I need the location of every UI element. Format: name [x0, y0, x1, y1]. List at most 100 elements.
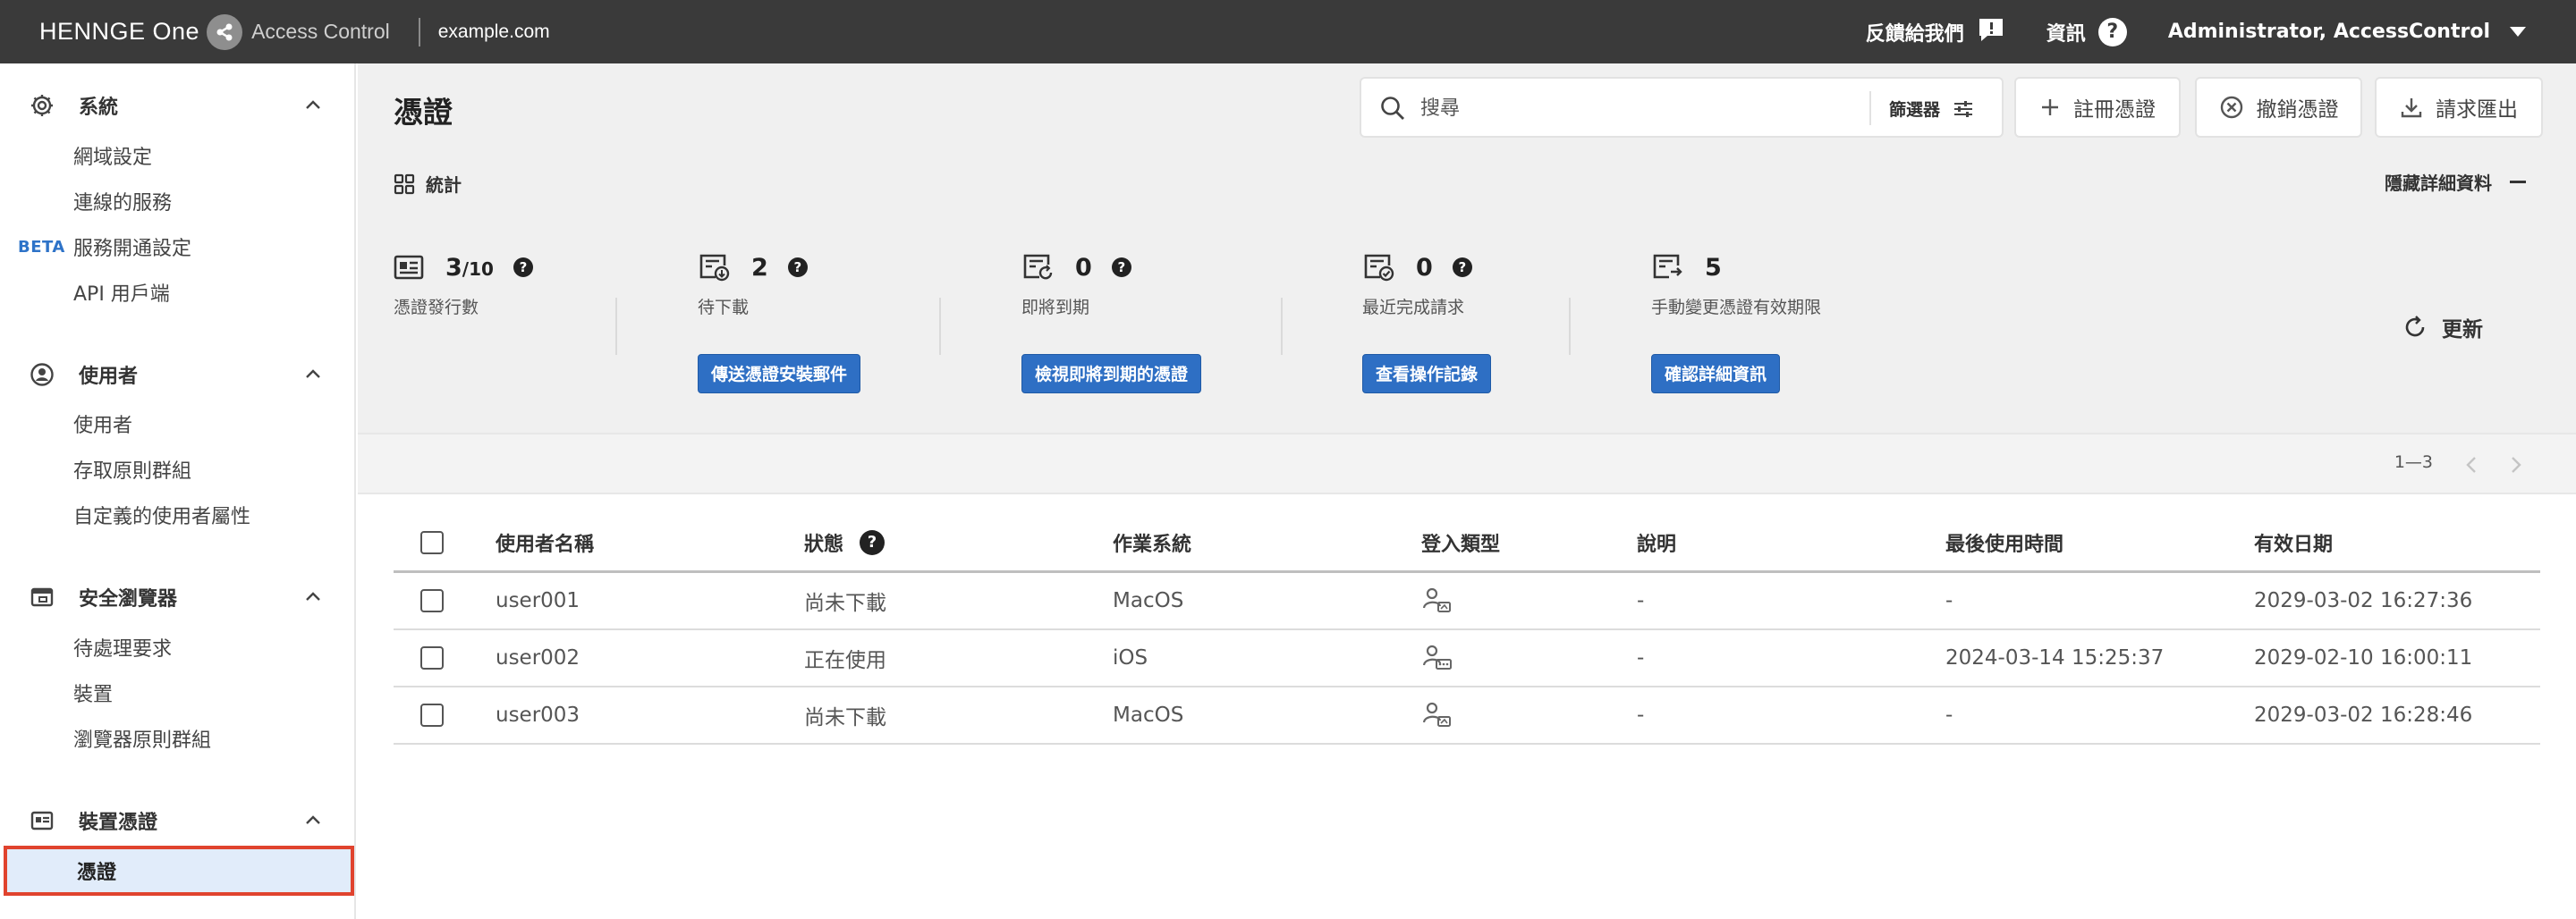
- grid-icon: [394, 173, 415, 194]
- help-icon[interactable]: ?: [513, 257, 533, 277]
- brand[interactable]: HENNGE One Access Control: [39, 13, 390, 50]
- table-row[interactable]: user001 尚未下載 MacOS - - 2029-03-02 16:27:…: [394, 573, 2540, 630]
- sidebar-item-label: 自定義的使用者屬性: [73, 506, 251, 528]
- row-checkbox[interactable]: [420, 704, 444, 727]
- sidebar-item-browser-policy-groups[interactable]: 瀏覽器原則群組: [0, 718, 356, 759]
- stat-divider: [1281, 298, 1283, 355]
- gear-icon: [29, 92, 55, 119]
- column-header-username[interactable]: 使用者名稱: [496, 514, 594, 570]
- cell-login-type: [1421, 630, 1453, 686]
- user-certificate-icon: [1422, 702, 1451, 727]
- stat-recent-completed: 0 ? 最近完成請求 查看操作記錄: [1362, 249, 1492, 393]
- stat-value: 2: [751, 253, 768, 282]
- button-label: 請求匯出: [2436, 98, 2518, 122]
- sidebar-item-pending-requests[interactable]: 待處理要求: [0, 627, 356, 668]
- stat-divider: [615, 298, 617, 355]
- cell-login-type: [1421, 687, 1453, 743]
- sidebar-item-connected-services[interactable]: 連線的服務: [0, 181, 356, 222]
- view-expiring-button[interactable]: 檢視即將到期的憑證: [1021, 354, 1202, 393]
- cell-username: user001: [496, 589, 580, 612]
- cell-status: 尚未下載: [804, 706, 886, 729]
- sidebar-item-label: 瀏覽器原則群組: [73, 729, 212, 752]
- pagination-bar: 1—3: [358, 433, 2576, 494]
- table-row[interactable]: user003 尚未下載 MacOS - - 2029-03-02 16:28:…: [394, 687, 2540, 745]
- sidebar-item-domain-settings[interactable]: 網域設定: [0, 135, 356, 176]
- stat-divider: [939, 298, 941, 355]
- select-all-checkbox[interactable]: [420, 530, 444, 554]
- column-header-expiry[interactable]: 有效日期: [2254, 514, 2333, 570]
- minus-icon: [2510, 181, 2526, 183]
- sidebar-section-system[interactable]: 系統: [0, 88, 356, 123]
- sidebar-item-label: 連線的服務: [73, 192, 173, 215]
- view-operation-log-button[interactable]: 查看操作記錄: [1362, 354, 1492, 393]
- cell-expiry: 2029-03-02 16:27:36: [2254, 589, 2473, 612]
- sidebar-item-custom-attributes[interactable]: 自定義的使用者屬性: [0, 494, 356, 535]
- stat-label: 憑證發行數: [394, 298, 479, 317]
- sidebar-item-users[interactable]: 使用者: [0, 403, 356, 444]
- stat-label: 最近完成請求: [1362, 298, 1465, 317]
- send-install-mail-button[interactable]: 傳送憑證安裝郵件: [698, 354, 861, 393]
- chevron-right-icon[interactable]: [2504, 454, 2526, 476]
- stats-label: 統計: [426, 174, 462, 196]
- chevron-left-icon[interactable]: [2462, 454, 2483, 476]
- page-title: 憑證: [394, 95, 453, 130]
- register-certificate-button[interactable]: 註冊憑證: [2014, 77, 2181, 138]
- cell-os: MacOS: [1113, 704, 1184, 727]
- row-checkbox[interactable]: [420, 589, 444, 612]
- certificates-table: 使用者名稱 狀態? 作業系統 登入類型 說明 最後使用時間 有效日期 user0…: [394, 514, 2540, 745]
- column-header-login-type[interactable]: 登入類型: [1421, 514, 1500, 570]
- stat-divider: [1569, 298, 1571, 355]
- revoke-certificate-button[interactable]: 撤銷憑證: [2195, 77, 2362, 138]
- feedback-icon: [1977, 16, 2005, 48]
- sidebar-section-secure-browser[interactable]: 安全瀏覽器: [0, 579, 356, 615]
- stat-expiring-soon: 0 ? 即將到期 檢視即將到期的憑證: [1021, 249, 1202, 393]
- cell-last-used: -: [1945, 589, 1953, 612]
- sidebar-item-access-policy-groups[interactable]: 存取原則群組: [0, 449, 356, 490]
- column-header-status[interactable]: 狀態?: [804, 514, 886, 570]
- confirm-details-button[interactable]: 確認詳細資訊: [1651, 354, 1781, 393]
- info-label: 資訊: [2046, 22, 2086, 46]
- certificate-download-icon: [699, 254, 730, 282]
- help-icon[interactable]: ?: [1452, 257, 1472, 277]
- help-icon[interactable]: ?: [1111, 257, 1131, 277]
- sidebar: 系統 網域設定 連線的服務 BETA 服務開通設定 API 用戶端 使用者 使用…: [0, 63, 356, 919]
- hide-details-button[interactable]: 隱藏詳細資料: [2385, 169, 2526, 195]
- cell-username: user002: [496, 646, 580, 670]
- sidebar-item-label: 存取原則群組: [73, 460, 192, 483]
- stat-label: 手動變更憑證有效期限: [1651, 298, 1822, 317]
- row-checkbox[interactable]: [420, 646, 444, 670]
- account-menu[interactable]: Administrator, AccessControl: [2168, 21, 2526, 43]
- help-icon[interactable]: ?: [860, 529, 886, 555]
- sidebar-section-users[interactable]: 使用者: [0, 357, 356, 392]
- cell-expiry: 2029-03-02 16:28:46: [2254, 704, 2473, 727]
- filter-button[interactable]: 篩選器: [1889, 97, 1974, 121]
- request-export-button[interactable]: 請求匯出: [2375, 77, 2543, 138]
- sidebar-item-api-clients[interactable]: API 用戶端: [0, 272, 356, 313]
- sidebar-item-label: 網域設定: [73, 147, 153, 169]
- beta-badge: BETA: [18, 237, 65, 257]
- search-icon: [1381, 97, 1404, 120]
- sidebar-section-device-certificates[interactable]: 裝置憑證: [0, 803, 356, 839]
- column-header-description[interactable]: 說明: [1637, 514, 1676, 570]
- user-circle-icon: [29, 361, 55, 388]
- cell-status: 尚未下載: [804, 592, 886, 615]
- table-row[interactable]: user002 正在使用 iOS - 2024-03-14 15:25:37 2…: [394, 630, 2540, 687]
- stats-heading: 統計: [394, 171, 462, 197]
- download-icon: [2401, 98, 2422, 118]
- search-input[interactable]: [1420, 91, 1841, 125]
- sidebar-item-label: 服務開通設定: [73, 238, 192, 260]
- column-header-os[interactable]: 作業系統: [1113, 514, 1191, 570]
- column-header-last-used[interactable]: 最後使用時間: [1945, 514, 2063, 570]
- brand-logo-icon: [207, 13, 243, 50]
- cell-login-type: [1421, 573, 1453, 628]
- feedback-button[interactable]: 反饋給我們: [1866, 16, 2005, 48]
- sidebar-item-devices[interactable]: 裝置: [0, 672, 356, 713]
- sidebar-item-certificates[interactable]: 憑證: [4, 846, 354, 896]
- refresh-button[interactable]: 更新: [2402, 312, 2483, 342]
- info-button[interactable]: 資訊 ?: [2046, 17, 2127, 46]
- section-label: 使用者: [79, 366, 139, 388]
- sidebar-item-label: API 用戶端: [73, 283, 170, 306]
- sidebar-item-provisioning[interactable]: BETA 服務開通設定: [0, 226, 356, 267]
- help-icon[interactable]: ?: [787, 257, 808, 277]
- cell-username: user003: [496, 704, 580, 727]
